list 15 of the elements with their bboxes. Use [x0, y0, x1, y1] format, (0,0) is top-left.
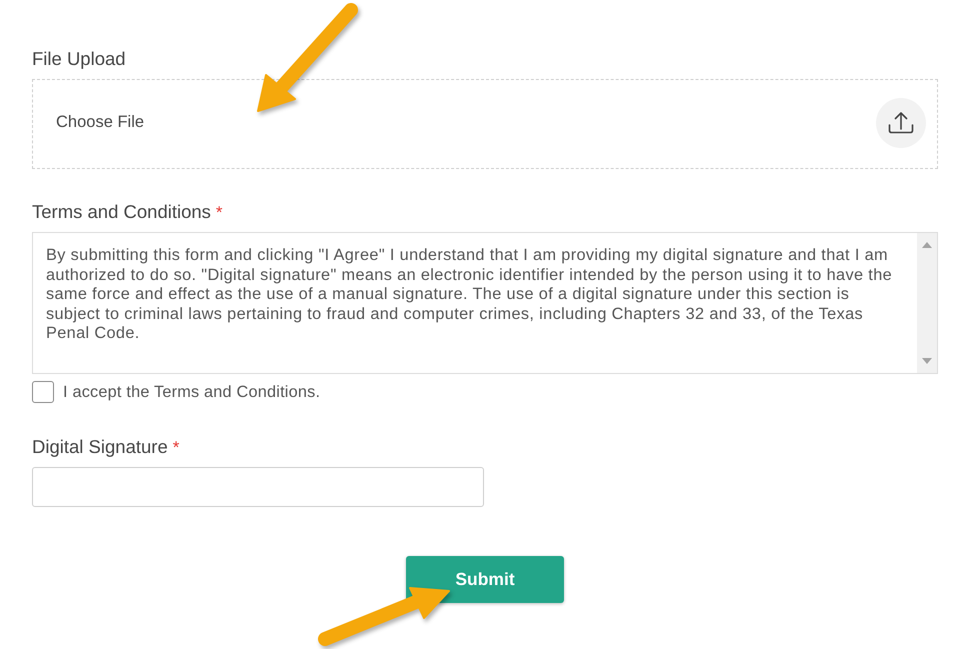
- upload-icon[interactable]: [876, 98, 926, 148]
- required-asterisk: *: [172, 437, 180, 458]
- terms-textarea[interactable]: [32, 232, 938, 374]
- scroll-down-icon[interactable]: [922, 358, 932, 364]
- choose-file-button[interactable]: Choose File: [56, 112, 144, 132]
- field-label: Digital Signature: [32, 436, 168, 457]
- field-label: File Upload: [32, 48, 126, 69]
- terms-text: By submitting this form and clicking "I Agree" I understand that I am providing my digital signature and that I am authorized to do so. "Digital signature" means an electronic identifier intended by the person using it to have the same force and effect as the use of a manual signature. The use of a digital signature under this section is subject to criminal laws pertaining to fraud and computer crimes, including Chapters 32 and 33, of the Texas Penal Code.: [45, 245, 894, 344]
- required-asterisk: *: [216, 202, 223, 223]
- scrollbar[interactable]: [917, 233, 937, 373]
- checkbox-label[interactable]: I accept the Terms and Conditions.: [63, 382, 320, 402]
- scroll-up-icon[interactable]: [922, 242, 932, 248]
- signature-input-field[interactable]: [32, 467, 484, 507]
- field-label: Terms and Conditions: [32, 201, 211, 222]
- checkbox[interactable]: [32, 381, 54, 403]
